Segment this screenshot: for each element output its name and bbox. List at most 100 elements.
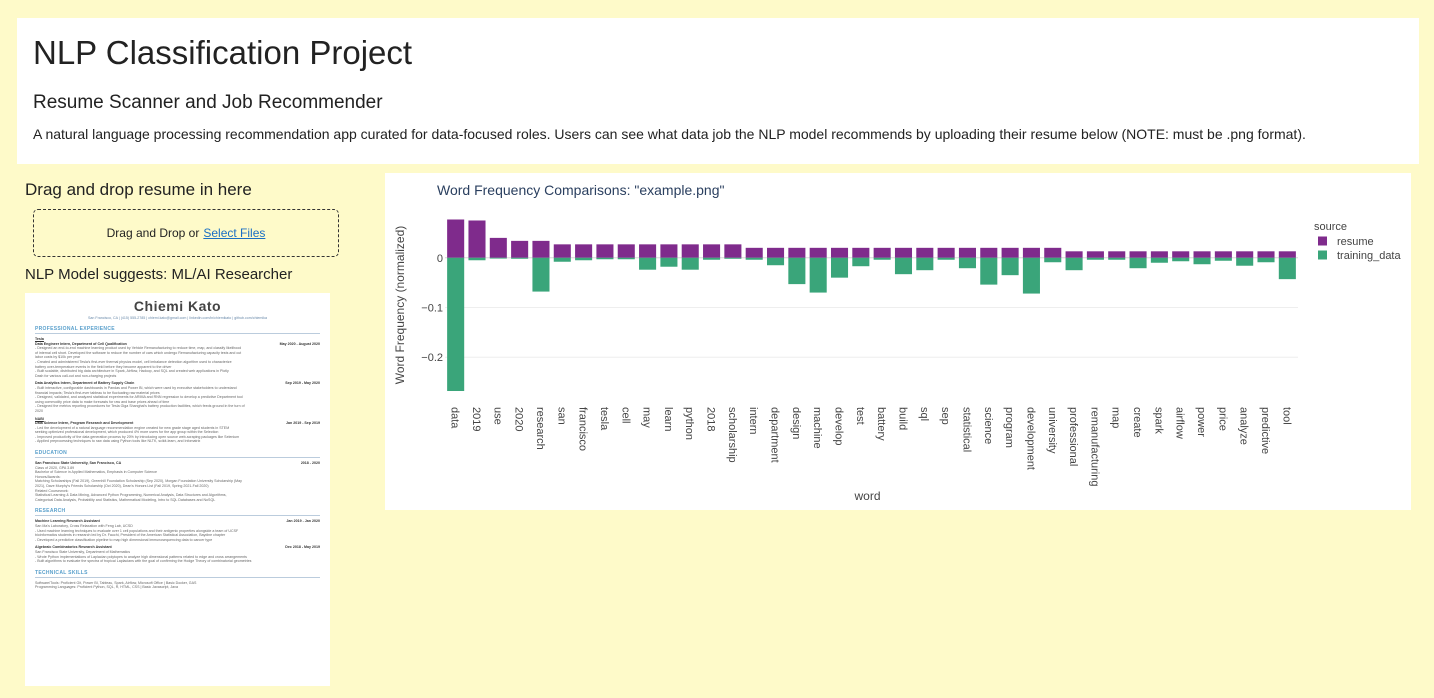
x-tick-label: data: [449, 407, 461, 429]
bar-training_data: [745, 257, 763, 260]
x-tick-label: sql: [918, 407, 930, 421]
chart-svg: Word Frequency Comparisons: "example.png…: [393, 182, 1401, 503]
bar-resume: [937, 247, 955, 258]
resume-entry: Tesla Data Engineer Intern, Department of…: [35, 337, 320, 378]
bar-training_data: [1044, 257, 1062, 263]
y-tick-label: −0.2: [421, 352, 443, 364]
bar-resume: [724, 244, 742, 258]
resume-entry-role: Data Science Intern, Program Research an…: [35, 421, 134, 426]
x-tick-label: tool: [1280, 407, 1292, 425]
resume-name: Chiemi Kato: [133, 298, 222, 314]
bar-resume: [1086, 251, 1104, 258]
y-tick-label: −0.1: [421, 302, 443, 314]
resume-section-heading: TECHNICAL SKILLS: [35, 570, 320, 578]
select-files-link[interactable]: Select Files: [203, 226, 265, 240]
bar-training_data: [1193, 257, 1211, 265]
legend-swatch: [1318, 236, 1327, 246]
legend-title: source: [1314, 221, 1347, 233]
resume-entry: Software/Tools: Proficient Git, Power BI…: [35, 581, 320, 590]
resume-entry-date: Dec 2018 - May 2019: [285, 545, 320, 550]
bar-training_data: [1086, 257, 1104, 260]
bar-resume: [916, 247, 934, 258]
bar-resume: [596, 244, 614, 258]
bar-resume: [1065, 251, 1083, 258]
x-tick-label: university: [1046, 407, 1058, 454]
resume-entry-line: Programming Languages: Proficient Python…: [35, 585, 178, 590]
resume-entry-line: 2020: [35, 408, 43, 413]
y-tick-label: 0: [437, 253, 443, 265]
bar-resume: [852, 247, 870, 258]
page-title: NLP Classification Project: [33, 34, 413, 71]
bar-training_data: [660, 257, 678, 267]
bar-training_data: [489, 257, 507, 259]
bar-resume: [532, 240, 550, 258]
bar-resume: [1257, 251, 1275, 258]
bar-training_data: [596, 257, 614, 260]
bar-training_data: [681, 257, 699, 270]
bar-training_data: [1172, 257, 1190, 262]
page-subtitle: Resume Scanner and Job Recommender: [33, 92, 383, 113]
bar-training_data: [852, 257, 870, 267]
y-axis-label: Word Frequency (normalized): [393, 226, 407, 385]
x-tick-label: analyze: [1238, 407, 1250, 445]
x-tick-label: may: [641, 407, 653, 428]
resume-contact: San Francisco, CA | (415) 555-2785 | chi…: [88, 316, 267, 320]
bar-training_data: [1001, 257, 1019, 276]
x-tick-label: python: [683, 407, 695, 440]
x-tick-label: 2019: [470, 407, 482, 431]
x-tick-label: learn: [662, 407, 674, 431]
bar-resume: [809, 247, 827, 258]
bar-training_data: [958, 257, 976, 269]
bar-resume: [788, 247, 806, 258]
bar-resume: [703, 244, 721, 258]
x-axis-label: word: [853, 489, 880, 503]
bar-resume: [511, 240, 529, 258]
bar-training_data: [1236, 257, 1254, 266]
bar-training_data: [1129, 257, 1147, 269]
resume-section-heading: RESEARCH: [35, 508, 320, 517]
bar-training_data: [553, 257, 571, 262]
x-tick-label: research: [534, 407, 546, 450]
dropzone-prompt: Drag and Drop or: [106, 226, 200, 240]
bar-resume: [1108, 251, 1126, 258]
bar-training_data: [980, 257, 998, 285]
x-tick-label: 2020: [513, 407, 525, 431]
x-tick-label: program: [1003, 407, 1015, 448]
bar-resume: [745, 247, 763, 258]
x-tick-label: sep: [939, 407, 951, 425]
bar-resume: [447, 219, 465, 258]
resume-section-heading: EDUCATION: [35, 450, 320, 459]
bar-training_data: [873, 257, 891, 260]
x-tick-label: machine: [811, 407, 823, 449]
legend-swatch: [1318, 250, 1327, 260]
resume-entry: San Francisco State University, San Fran…: [35, 461, 320, 502]
bar-training_data: [809, 257, 827, 293]
x-tick-label: airflow: [1174, 407, 1186, 439]
bar-resume: [980, 247, 998, 258]
bar-resume: [1193, 251, 1211, 258]
page-description: A natural language processing recommenda…: [33, 126, 1306, 142]
resume-entry: NABI Data Science Intern, Program Researc…: [35, 417, 320, 445]
x-tick-label: build: [896, 407, 908, 430]
resume-entry-date: Jan 2019 - Sep 2019: [286, 421, 320, 426]
resume-entry-line: Dash for various call-out and non-chargi…: [35, 373, 117, 378]
x-tick-label: create: [1131, 407, 1143, 438]
resume-preview-image: Chiemi Kato San Francisco, CA | (415) 55…: [25, 293, 330, 686]
x-tick-label: design: [790, 407, 802, 439]
bar-training_data: [1108, 257, 1126, 260]
resume-entry: Algebraic Combinatorics Research Assista…: [35, 545, 320, 563]
bar-training_data: [894, 257, 913, 275]
resume-entry-date: Jan 2019 - Jan 2020: [286, 519, 320, 524]
bar-training_data: [703, 257, 721, 260]
bar-resume: [1236, 251, 1254, 258]
bar-resume: [830, 247, 849, 258]
bar-resume: [617, 244, 635, 258]
bar-resume: [575, 244, 593, 258]
bar-training_data: [1022, 257, 1040, 294]
resume-dropzone[interactable]: Drag and Drop or Select Files: [33, 209, 339, 257]
bar-training_data: [724, 257, 742, 259]
bar-resume: [1022, 247, 1040, 258]
bar-resume: [553, 244, 571, 258]
x-tick-label: predictive: [1259, 407, 1271, 454]
bar-resume: [489, 237, 507, 258]
